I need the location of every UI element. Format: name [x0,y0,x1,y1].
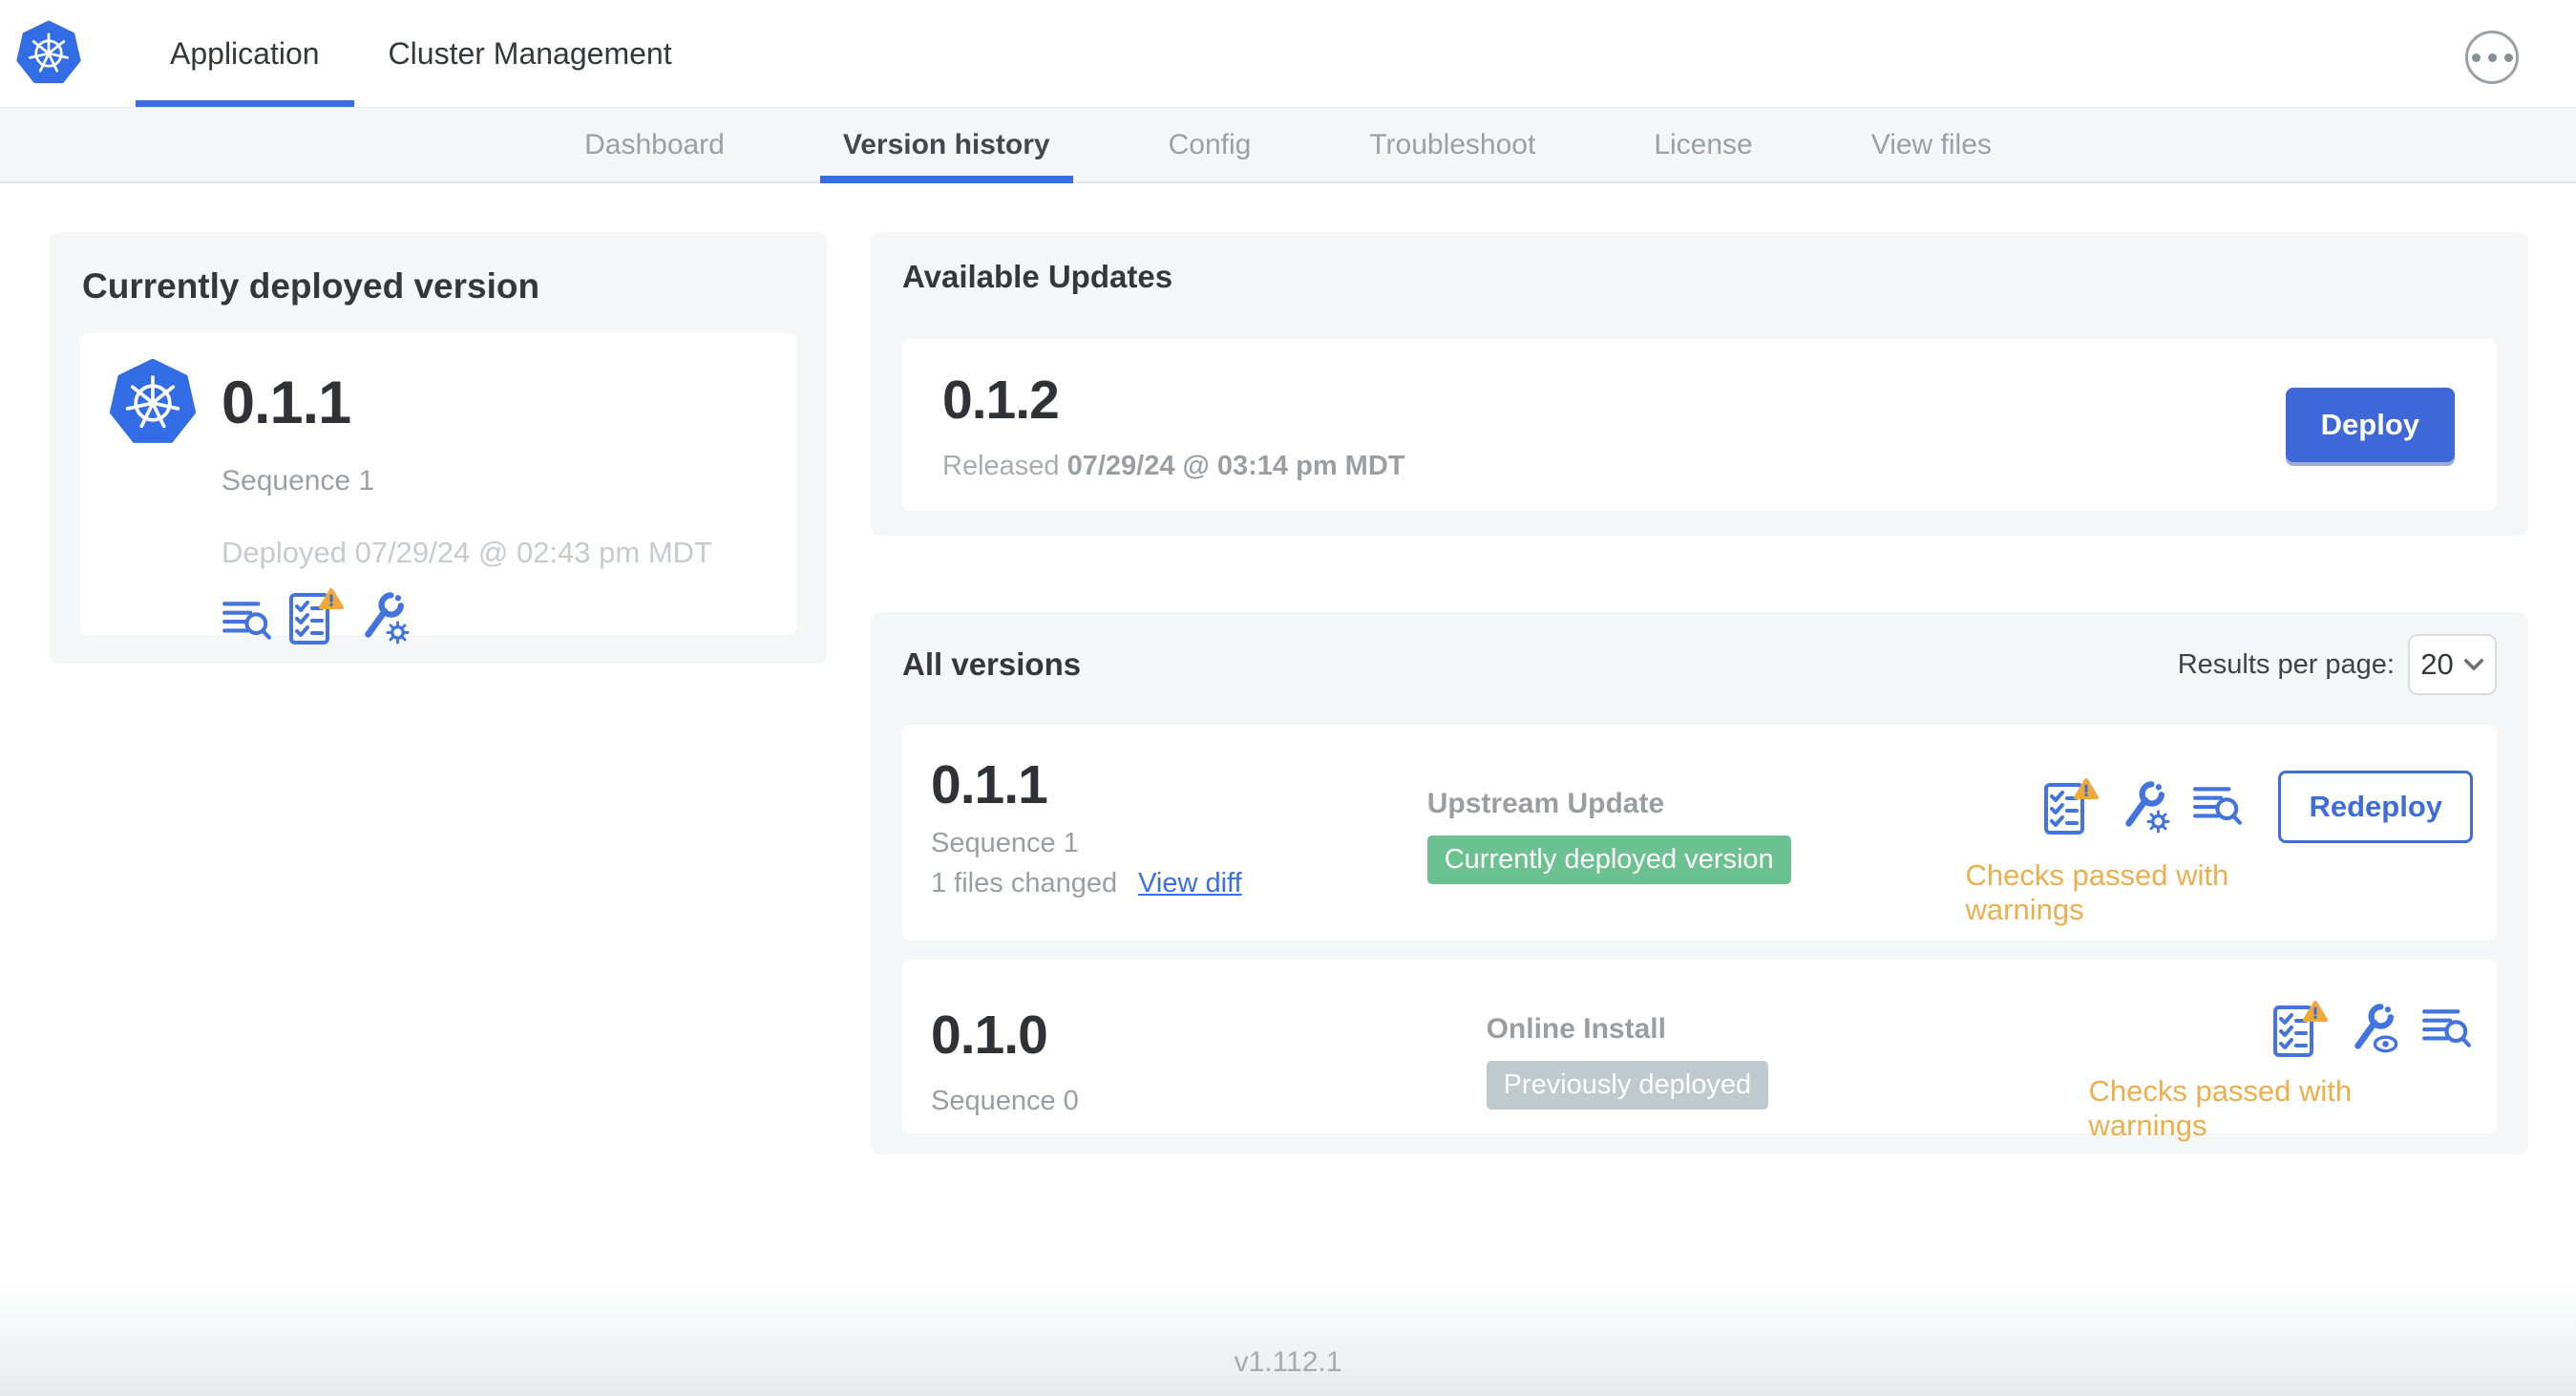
row-version-number: 0.1.0 [931,1005,1048,1066]
status-badge: Currently deployed version [1426,835,1791,884]
view-diff-link[interactable]: View diff [1138,868,1242,899]
row-source-label: Online Install [1486,1013,1666,1045]
status-badge: Previously deployed [1486,1061,1769,1110]
deployed-version-number: 0.1.1 [222,370,351,436]
version-row: 0.1.1 Sequence 1 1 files changed View di… [902,725,2497,941]
currently-deployed-version-panel: 0.1.1 Sequence 1 Deployed 07/29/24 @ 02:… [80,333,796,635]
kubernetes-logo-icon [15,20,82,87]
available-updates-card: Available Updates 0.1.2 Released 07/29/2… [871,232,2528,536]
tab-cluster-management[interactable]: Cluster Management [354,0,707,107]
top-navbar: Application Cluster Management [0,0,2576,107]
deploy-logs-icon[interactable] [2421,1005,2473,1049]
deploy-logs-icon[interactable] [2192,783,2244,827]
app-subnav: Dashboard Version history Config Trouble… [0,107,2576,183]
currently-deployed-title: Currently deployed version [82,266,540,306]
preflight-status-link[interactable]: Checks passed with warnings [2088,1074,2473,1143]
subnav-license[interactable]: License [1631,108,1775,181]
subnav-dashboard[interactable]: Dashboard [561,108,748,181]
ellipsis-icon [2471,53,2481,62]
row-version-number: 0.1.1 [931,754,1048,815]
files-changed-label: 1 files changed [931,868,1118,899]
app-kubernetes-icon [109,358,197,448]
deployed-sequence-label: Sequence 1 [222,465,375,497]
footer: v1.112.1 [0,1283,2576,1396]
all-versions-card: All versions Results per page: 20 0.1.1 … [871,612,2528,1154]
subnav-config[interactable]: Config [1146,108,1275,181]
row-source-label: Upstream Update [1426,788,1665,819]
available-updates-title: Available Updates [902,259,1173,294]
deploy-button[interactable]: Deploy [2285,388,2455,462]
subnav-troubleshoot[interactable]: Troubleshoot [1346,108,1558,181]
preflight-checks-warning-icon[interactable] [2272,1000,2328,1059]
deployed-timestamp: Deployed 07/29/24 @ 02:43 pm MDT [222,536,712,569]
currently-deployed-card: Currently deployed version 0.1.1 Sequenc… [50,232,827,664]
version-row: 0.1.0 Sequence 0 Online Install Previous… [902,960,2497,1142]
subnav-version-history[interactable]: Version history [819,108,1073,183]
edit-config-icon[interactable] [359,589,411,645]
edit-config-icon[interactable] [2120,778,2171,834]
results-per-page-label: Results per page: [2177,648,2395,680]
ellipsis-menu-button[interactable] [2465,31,2519,84]
all-versions-title: All versions [902,646,1082,682]
preflight-checks-warning-icon[interactable] [2043,777,2099,836]
update-version-number: 0.1.2 [942,369,1060,431]
preflight-status-link[interactable]: Checks passed with warnings [1966,858,2288,927]
row-sequence-label: Sequence 0 [931,1086,1079,1116]
preflight-checks-warning-icon[interactable] [288,587,344,646]
redeploy-button[interactable]: Redeploy [2278,771,2474,843]
update-released-timestamp: Released 07/29/24 @ 03:14 pm MDT [942,450,1405,481]
available-update-row: 0.1.2 Released 07/29/24 @ 03:14 pm MDT D… [902,339,2497,511]
tab-application[interactable]: Application [136,0,354,107]
subnav-view-files[interactable]: View files [1848,108,2015,181]
row-sequence-label: Sequence 1 [931,828,1079,858]
top-tabs: Application Cluster Management [136,0,707,107]
deploy-logs-icon[interactable] [222,598,273,642]
chevron-down-icon [2463,658,2484,671]
console-version-label: v1.112.1 [1234,1346,1342,1378]
results-per-page-select[interactable]: 20 [2408,634,2497,695]
view-config-icon[interactable] [2349,1001,2400,1056]
